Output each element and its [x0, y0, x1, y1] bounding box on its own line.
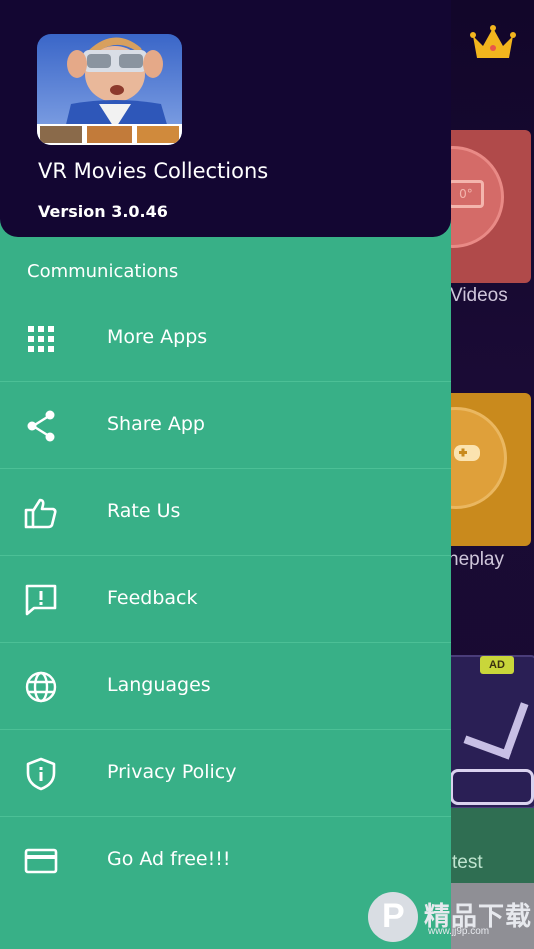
- tile-videos-label: Videos: [450, 285, 508, 306]
- menu-item-privacy-policy[interactable]: Privacy Policy: [0, 730, 451, 817]
- camera-360-icon: 0°: [448, 180, 484, 208]
- app-version: Version 3.0.46: [38, 202, 168, 221]
- watermark-url: www.jj9p.com: [428, 926, 490, 937]
- menu-item-label: More Apps: [107, 326, 208, 348]
- vr-headset-icon: [450, 769, 534, 805]
- feedback-icon: [24, 583, 58, 617]
- crown-icon[interactable]: [470, 24, 516, 62]
- tile-gameplay[interactable]: [440, 393, 531, 546]
- section-title: Communications: [27, 261, 179, 282]
- menu-item-label: Feedback: [107, 587, 198, 609]
- menu-item-label: Share App: [107, 413, 205, 435]
- tile-videos[interactable]: 0°: [440, 130, 531, 283]
- menu-item-label: Go Ad free!!!: [107, 848, 231, 870]
- menu-item-more-apps[interactable]: More Apps: [0, 295, 451, 382]
- thumbs-up-icon: [24, 496, 58, 530]
- bottom-nav-latest-label: test: [452, 852, 483, 873]
- app-logo-image: [37, 34, 182, 145]
- download-arrow-icon: [463, 688, 529, 760]
- menu-item-go-ad-free[interactable]: Go Ad free!!!: [0, 817, 451, 903]
- app-logo: [37, 34, 182, 145]
- menu-item-share-app[interactable]: Share App: [0, 382, 451, 469]
- credit-card-icon: [24, 844, 58, 878]
- app-name: VR Movies Collections: [38, 159, 269, 183]
- menu-item-label: Privacy Policy: [107, 761, 237, 783]
- menu-item-label: Rate Us: [107, 500, 181, 522]
- grid-icon: [24, 322, 58, 356]
- ad-tile[interactable]: [440, 655, 534, 809]
- menu-item-rate-us[interactable]: Rate Us: [0, 469, 451, 556]
- drawer-menu: More Apps Share App Rate Us Feedback Lan…: [0, 295, 451, 903]
- tile-gameplay-label: neplay: [448, 549, 504, 570]
- share-icon: [24, 409, 58, 443]
- ad-badge: AD: [480, 656, 514, 674]
- gamepad-icon: [454, 445, 480, 461]
- menu-item-languages[interactable]: Languages: [0, 643, 451, 730]
- globe-icon: [24, 670, 58, 704]
- watermark-logo: P 精品下载 www.jj9p.com: [368, 892, 534, 947]
- shield-icon: [24, 757, 58, 791]
- menu-item-label: Languages: [107, 674, 211, 696]
- drawer-header: VR Movies Collections Version 3.0.46: [0, 0, 451, 237]
- watermark-p-icon: P: [368, 892, 418, 942]
- navigation-drawer: VR Movies Collections Version 3.0.46 Com…: [0, 0, 451, 949]
- menu-item-feedback[interactable]: Feedback: [0, 556, 451, 643]
